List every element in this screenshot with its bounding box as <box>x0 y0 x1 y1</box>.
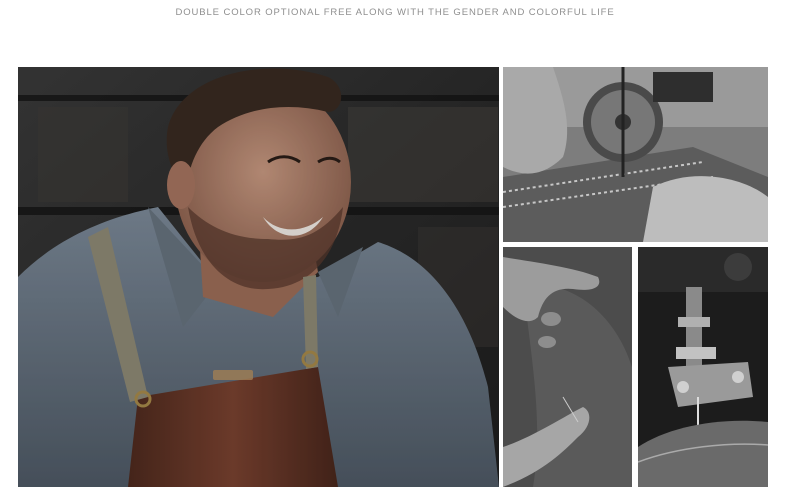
stitching-machine-closeup-photo <box>503 67 768 242</box>
page-tagline: DOUBLE COLOR OPTIONAL FREE ALONG WITH TH… <box>175 7 615 18</box>
sewing-machine-foot-photo <box>638 247 768 487</box>
hand-folding-leather-photo <box>503 247 632 487</box>
craftsman-portrait-photo <box>18 67 499 487</box>
